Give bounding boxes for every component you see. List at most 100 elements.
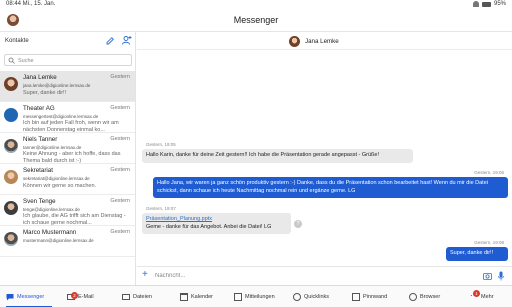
nav-files[interactable]: Dateien: [122, 286, 152, 307]
nav-label: Kalender: [191, 294, 214, 300]
group-avatar: [4, 108, 18, 122]
contact-name: Theater AG: [23, 105, 55, 112]
contact-item-sekretariat[interactable]: Sekretariat Gestern sekretariat@digionli…: [0, 164, 135, 195]
more-badge: 1: [473, 290, 480, 297]
battery-icon: [481, 1, 491, 7]
chat-partner-name: Jana Lemke: [305, 38, 339, 45]
calendar-icon: [180, 293, 188, 301]
wifi-icon: [472, 1, 479, 7]
contact-preview: Ich bin auf jeden Fall froh, wenn wir am…: [23, 120, 119, 133]
contact-time: Gestern: [110, 136, 130, 142]
nav-email[interactable]: 2 E-Mail: [67, 286, 94, 307]
app-root: 08:44 Mi., 15. Jan. 95% Messenger Kontak…: [0, 0, 512, 307]
avatar: [4, 139, 18, 153]
contact-email: mustermann@digionline.lernsax.de: [23, 238, 94, 243]
status-right: 95%: [472, 1, 506, 7]
message-time: Gestern, 19:07: [146, 206, 176, 211]
contact-name: Sekretariat: [23, 167, 53, 174]
nav-messenger[interactable]: Messenger: [6, 286, 52, 307]
message-incoming[interactable]: Hallo Karin, danke für deine Zeit gester…: [142, 149, 413, 163]
contact-name: Sven Tenge: [23, 198, 56, 205]
announcement-icon: [234, 293, 242, 301]
contact-item-theater-ag[interactable]: Theater AG Gestern messengertest@digionl…: [0, 102, 135, 133]
contact-email: messengertest@digionline.lernsax.de: [23, 114, 99, 119]
message-time: Gestern, 19:08: [474, 240, 504, 245]
contact-email: jana.lemke@digionline.lernsax.de: [23, 83, 91, 88]
contacts-panel: Kontakte Jana Lemke Gestern jana.lem: [0, 32, 136, 285]
contact-item-niels-tanner[interactable]: Niels Tanner Gestern tanner@digionline.l…: [0, 133, 135, 164]
nav-label: Dateien: [133, 294, 152, 300]
contact-name: Marco Mustermann: [23, 229, 77, 236]
battery-percent: 95%: [493, 1, 506, 7]
nav-calendar[interactable]: Kalender: [180, 286, 213, 307]
message-incoming-attachment[interactable]: Präsentation_Planung.pptx Geme - danke f…: [142, 213, 291, 234]
contact-time: Gestern: [110, 167, 130, 173]
chat-icon: [6, 294, 14, 301]
avatar: [4, 170, 18, 184]
info-icon[interactable]: ?: [294, 220, 302, 228]
avatar: [4, 77, 18, 91]
message-outgoing[interactable]: Hallo Jana, wir waren ja ganz schön prod…: [153, 177, 508, 198]
contact-name: Niels Tanner: [23, 136, 58, 143]
status-time: 08:44 Mi., 15. Jan.: [6, 1, 56, 7]
contact-email: tanner@digionline.lernsax.de: [23, 145, 82, 150]
contact-list: Jana Lemke Gestern jana.lemke@digionline…: [0, 71, 135, 257]
nav-browser[interactable]: Browser: [409, 286, 440, 307]
message-input[interactable]: [155, 271, 455, 281]
chat-panel: Jana Lemke Gestern, 19:05 Hallo Karin, d…: [137, 32, 512, 285]
message-input-bar: +: [137, 266, 512, 285]
nav-label: Quicklinks: [304, 294, 330, 300]
contact-item-jana-lemke[interactable]: Jana Lemke Gestern jana.lemke@digionline…: [0, 71, 135, 102]
pinboard-icon: [352, 293, 360, 301]
plus-icon[interactable]: +: [142, 270, 148, 280]
contact-time: Gestern: [110, 198, 130, 204]
contact-time: Gestern: [110, 229, 130, 235]
contact-preview: Keine Ahnung - aber ich hoffe, dass das …: [23, 151, 121, 164]
page-title: Messenger: [233, 15, 279, 25]
contact-time: Gestern: [110, 74, 130, 80]
nav-pinboard[interactable]: Pinnwand: [352, 286, 387, 307]
contact-name: Jana Lemke: [23, 74, 57, 81]
contact-email: sekretariat@digionline.lernsax.de: [23, 176, 90, 181]
nav-more[interactable]: ⋯ 1 Mehr: [470, 286, 494, 307]
nav-notifications[interactable]: Mitteilungen: [234, 286, 275, 307]
chat-partner-avatar: [289, 36, 300, 47]
mail-icon: 2: [67, 292, 78, 300]
nav-quicklinks[interactable]: Quicklinks: [293, 286, 329, 307]
title-bar: Messenger: [0, 10, 512, 32]
search-icon: [8, 57, 15, 64]
search-box[interactable]: [4, 54, 132, 66]
add-user-icon[interactable]: [121, 35, 132, 46]
nav-label: Browser: [420, 294, 441, 300]
globe-icon: [409, 293, 417, 301]
nav-label: Pinnwand: [363, 294, 388, 300]
chat-header: Jana Lemke: [137, 32, 512, 50]
nav-label: Mehr: [481, 294, 494, 300]
camera-icon[interactable]: [483, 272, 492, 280]
contact-preview: Super, danke dir!!: [23, 90, 67, 96]
status-bar: 08:44 Mi., 15. Jan. 95%: [0, 0, 512, 10]
email-badge: 2: [71, 292, 78, 299]
contact-item-marco-mustermann[interactable]: Marco Mustermann Gestern mustermann@digi…: [0, 226, 135, 257]
more-icon: ⋯ 1: [470, 290, 480, 301]
message-time: Gestern, 19:05: [146, 142, 176, 147]
message-text: Geme - danke für das Angebot. Anbei die …: [146, 223, 272, 230]
pencil-icon[interactable]: [105, 36, 115, 46]
message-time: Gestern, 19:06: [474, 170, 504, 175]
contacts-label: Kontakte: [5, 38, 29, 44]
message-outgoing[interactable]: Super, danke dir!!: [446, 247, 508, 261]
nav-label: Messenger: [17, 294, 45, 300]
contact-preview: Ich glaube, die AG trifft sich am Dienst…: [23, 213, 126, 226]
attachment-link[interactable]: Präsentation_Planung.pptx: [146, 216, 287, 224]
search-input[interactable]: [18, 56, 128, 65]
microphone-icon[interactable]: [498, 271, 504, 281]
contact-item-sven-tenge[interactable]: Sven Tenge Gestern tenge@digionline.lern…: [0, 195, 135, 226]
contacts-header: Kontakte: [0, 32, 135, 50]
link-icon: [293, 293, 301, 301]
contact-preview: Können wir gerne so machen.: [23, 183, 97, 189]
message-text: Hallo Karin, danke für deine Zeit gester…: [146, 152, 379, 158]
avatar: [4, 201, 18, 215]
contact-email: tenge@digionline.lernsax.de: [23, 207, 80, 212]
message-text: Super, danke dir!!: [450, 250, 494, 256]
nav-label: Mitteilungen: [245, 294, 275, 300]
